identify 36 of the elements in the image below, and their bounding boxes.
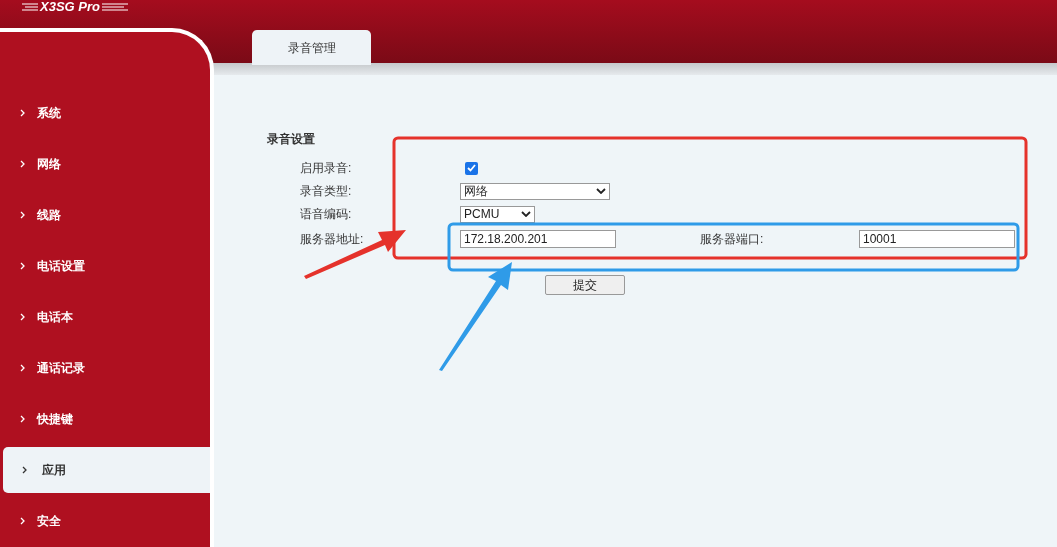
field-label: 录音类型: [300, 183, 353, 200]
sidebar-item[interactable]: 快捷键 [3, 395, 210, 442]
input-field[interactable]: 172.18.200.201 [460, 230, 616, 248]
sidebar-item[interactable]: 安全 [3, 497, 210, 544]
sidebar-item[interactable]: 线路 [3, 191, 210, 238]
sidebar-item[interactable]: 系统 [3, 89, 210, 136]
section-title: 录音设置 [267, 131, 315, 148]
chevron-down-icon [596, 188, 606, 194]
field-label: 启用录音: [300, 160, 353, 177]
dropdown[interactable]: 网络 [460, 182, 610, 200]
chevron-icon [20, 261, 25, 270]
field-label: 语音编码: [300, 206, 353, 223]
sidebar-item[interactable]: 电话本 [3, 293, 210, 340]
checkbox[interactable] [465, 161, 478, 175]
input-field[interactable]: 10001 [859, 230, 1015, 248]
chevron-icon [20, 363, 25, 372]
speed-lines-icon [22, 1, 38, 12]
speed-lines-icon [101, 1, 128, 12]
field-label: 服务器地址: [300, 231, 365, 248]
chevron-icon [20, 312, 25, 321]
sidebar-item[interactable]: 通话记录 [3, 344, 210, 391]
chevron-icon [20, 414, 25, 423]
chevron-icon [20, 516, 25, 525]
sidebar-item[interactable]: 应用 [3, 446, 210, 493]
chevron-icon [20, 108, 25, 117]
field-label: 服务器端口: [700, 231, 765, 248]
chevron-icon [20, 159, 25, 168]
logo-text: X3SG Pro [40, 0, 100, 13]
chevron-icon [20, 210, 25, 219]
chevron-icon [22, 465, 27, 474]
chevron-down-icon [521, 211, 531, 217]
sidebar-item[interactable]: 网络 [3, 140, 210, 187]
dropdown[interactable]: PCMU [460, 205, 535, 223]
submit-button[interactable]: 提交 [545, 275, 625, 295]
sidebar-item[interactable]: 电话设置 [3, 242, 210, 289]
tab[interactable]: 录音管理 [252, 30, 371, 65]
